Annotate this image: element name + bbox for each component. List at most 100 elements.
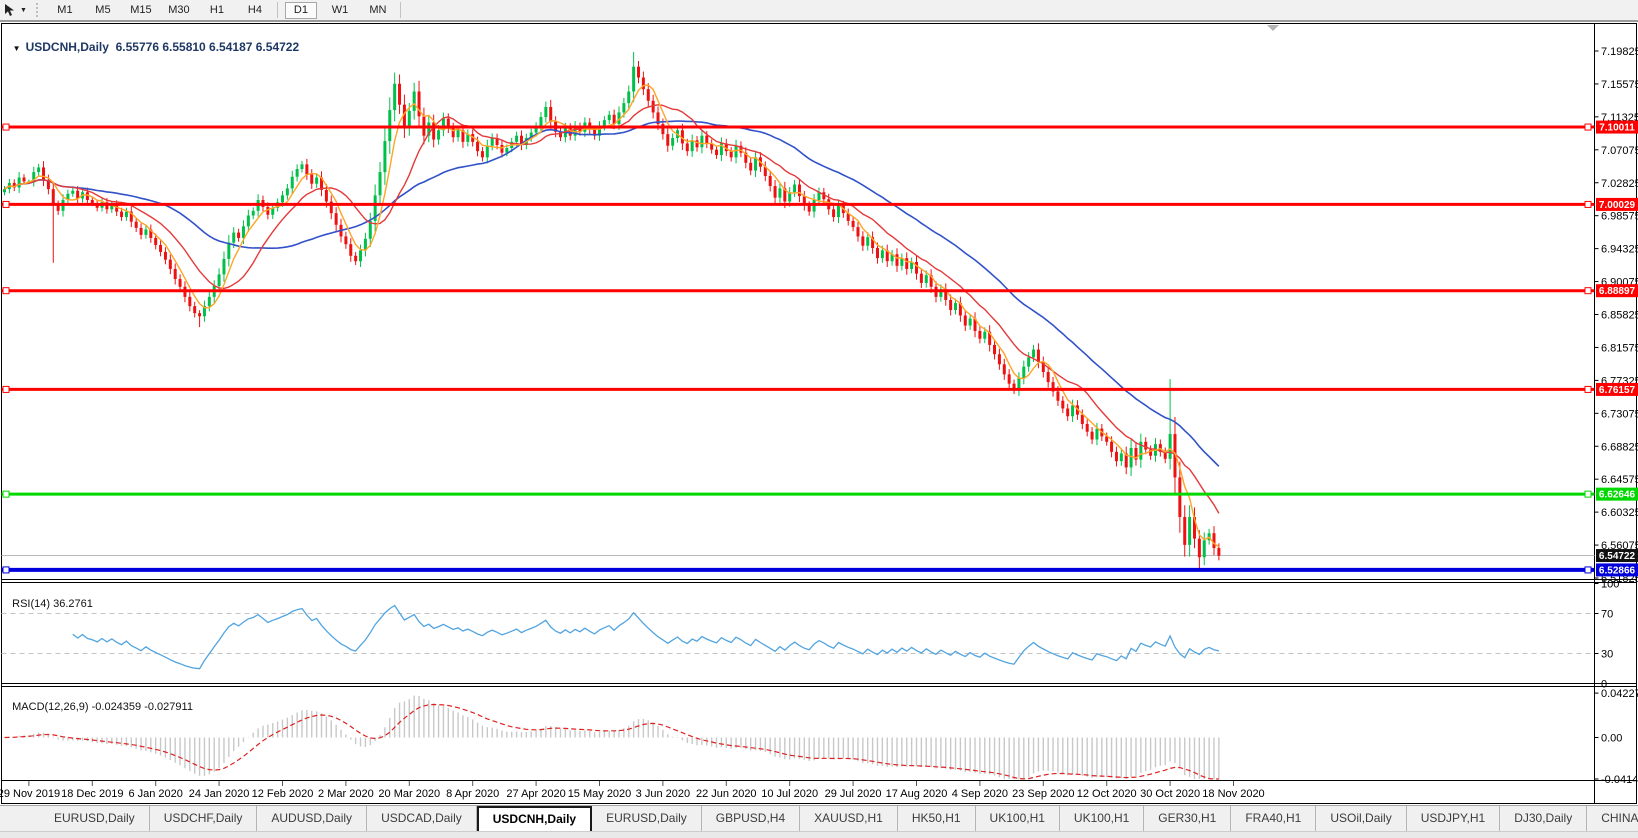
- candle-body: [1032, 350, 1035, 358]
- candle-body: [164, 252, 167, 260]
- candle-body: [169, 260, 172, 269]
- candle-body: [808, 205, 811, 211]
- candle-body: [978, 331, 981, 339]
- line-handle[interactable]: [1585, 201, 1591, 207]
- candle-body: [876, 248, 879, 258]
- date-label: 6 Jan 2020: [128, 788, 182, 800]
- candle-body: [1217, 548, 1220, 556]
- date-label: 17 Aug 2020: [886, 788, 948, 800]
- macd-axis-label: 0.042275: [1601, 688, 1638, 700]
- line-handle[interactable]: [3, 201, 9, 207]
- ma-fast-line: [5, 85, 1219, 547]
- line-handle[interactable]: [1585, 567, 1591, 573]
- candle-body: [218, 274, 221, 286]
- price-axis-label: 7.07075: [1601, 145, 1638, 157]
- candle-body: [1008, 374, 1011, 383]
- horizontal-line-6.52866[interactable]: 6.52866: [2, 563, 1638, 576]
- candle-body: [622, 103, 625, 112]
- chart-shift-marker-icon[interactable]: [1267, 25, 1279, 31]
- candle-body: [140, 228, 143, 235]
- price-axis-label: 7.15575: [1601, 79, 1638, 91]
- candle-body: [1198, 539, 1201, 558]
- horizontal-line-6.76157[interactable]: 6.76157: [2, 383, 1638, 396]
- line-handle[interactable]: [1585, 491, 1591, 497]
- date-label: 10 Jul 2020: [761, 788, 818, 800]
- candle-body: [1178, 477, 1181, 517]
- candle-body: [232, 233, 235, 243]
- candle-body: [135, 222, 138, 228]
- candle-body: [476, 142, 479, 151]
- date-label: 2 Mar 2020: [318, 788, 374, 800]
- candle-body: [179, 279, 182, 287]
- candle-body: [637, 67, 640, 78]
- date-label: 3 Jun 2020: [636, 788, 690, 800]
- candle-body: [486, 146, 489, 158]
- candle-body: [515, 136, 518, 142]
- candle-body: [700, 136, 703, 148]
- candle-body: [715, 150, 718, 155]
- candle-body: [188, 297, 191, 306]
- candle-body: [964, 315, 967, 325]
- candle-body: [837, 205, 840, 217]
- candle-body: [632, 67, 635, 92]
- candle-body: [291, 177, 294, 189]
- price-axis-label: 6.68825: [1601, 441, 1638, 453]
- candle-body: [1071, 405, 1074, 416]
- candle-body: [349, 244, 352, 256]
- candle-body: [1144, 442, 1147, 450]
- candle-body: [1120, 453, 1123, 461]
- line-handle[interactable]: [1585, 288, 1591, 294]
- candle-body: [881, 250, 884, 258]
- date-label: 8 Apr 2020: [446, 788, 499, 800]
- candle-body: [998, 354, 1001, 364]
- candle-body: [793, 184, 796, 192]
- axis-price-badge-label: 6.88897: [1599, 286, 1636, 297]
- line-handle[interactable]: [1585, 124, 1591, 130]
- line-handle[interactable]: [3, 288, 9, 294]
- date-label: 12 Oct 2020: [1077, 788, 1137, 800]
- rsi-axis-label: 100: [1601, 579, 1619, 591]
- horizontal-line-6.62646[interactable]: 6.62646: [2, 488, 1638, 501]
- axis-price-badge-label: 6.52866: [1599, 565, 1636, 576]
- line-handle[interactable]: [3, 567, 9, 573]
- candle-body: [437, 130, 440, 139]
- date-label: 18 Nov 2020: [1202, 788, 1264, 800]
- ma-slow-line: [5, 121, 1219, 466]
- candle-body: [544, 107, 547, 117]
- price-axis-label: 6.81575: [1601, 342, 1638, 354]
- line-handle[interactable]: [1585, 386, 1591, 392]
- candle-body: [23, 178, 26, 182]
- line-handle[interactable]: [3, 124, 9, 130]
- symbol-marker-icon[interactable]: ▼: [13, 44, 21, 53]
- candle-body: [539, 117, 542, 126]
- candle-body: [242, 226, 245, 238]
- candle-body: [125, 212, 128, 217]
- candle-body: [379, 172, 382, 195]
- line-handle[interactable]: [3, 491, 9, 497]
- candle-body: [852, 221, 855, 227]
- candle-body: [193, 306, 196, 313]
- rsi-value: 36.2761: [53, 598, 93, 610]
- macd-axis-label: 0.00: [1601, 733, 1622, 745]
- date-label: 20 Mar 2020: [378, 788, 440, 800]
- date-label: 23 Sep 2020: [1012, 788, 1074, 800]
- date-label: 22 Jun 2020: [696, 788, 757, 800]
- horizontal-line-7.10011[interactable]: 7.10011: [2, 121, 1638, 134]
- chart-canvas[interactable]: 7.198257.155757.113257.070757.028256.985…: [0, 0, 1638, 837]
- candle-body: [310, 174, 313, 183]
- candle-body: [774, 186, 777, 198]
- candle-body: [1047, 372, 1050, 382]
- candle-body: [408, 111, 411, 128]
- horizontal-line-6.88897[interactable]: 6.88897: [2, 284, 1638, 297]
- candle-body: [905, 258, 908, 269]
- candle-body: [198, 313, 201, 316]
- rsi-indicator-label: RSI(14) 36.2761: [6, 586, 93, 610]
- ma-mid-line: [5, 105, 1219, 514]
- candle-body: [227, 243, 230, 259]
- axis-price-badge-label: 7.10011: [1599, 123, 1635, 134]
- line-handle[interactable]: [3, 386, 9, 392]
- date-label: 30 Oct 2020: [1140, 788, 1200, 800]
- current-price-badge-label: 6.54722: [1599, 551, 1636, 562]
- candle-body: [949, 300, 952, 310]
- candle-body: [1081, 415, 1084, 424]
